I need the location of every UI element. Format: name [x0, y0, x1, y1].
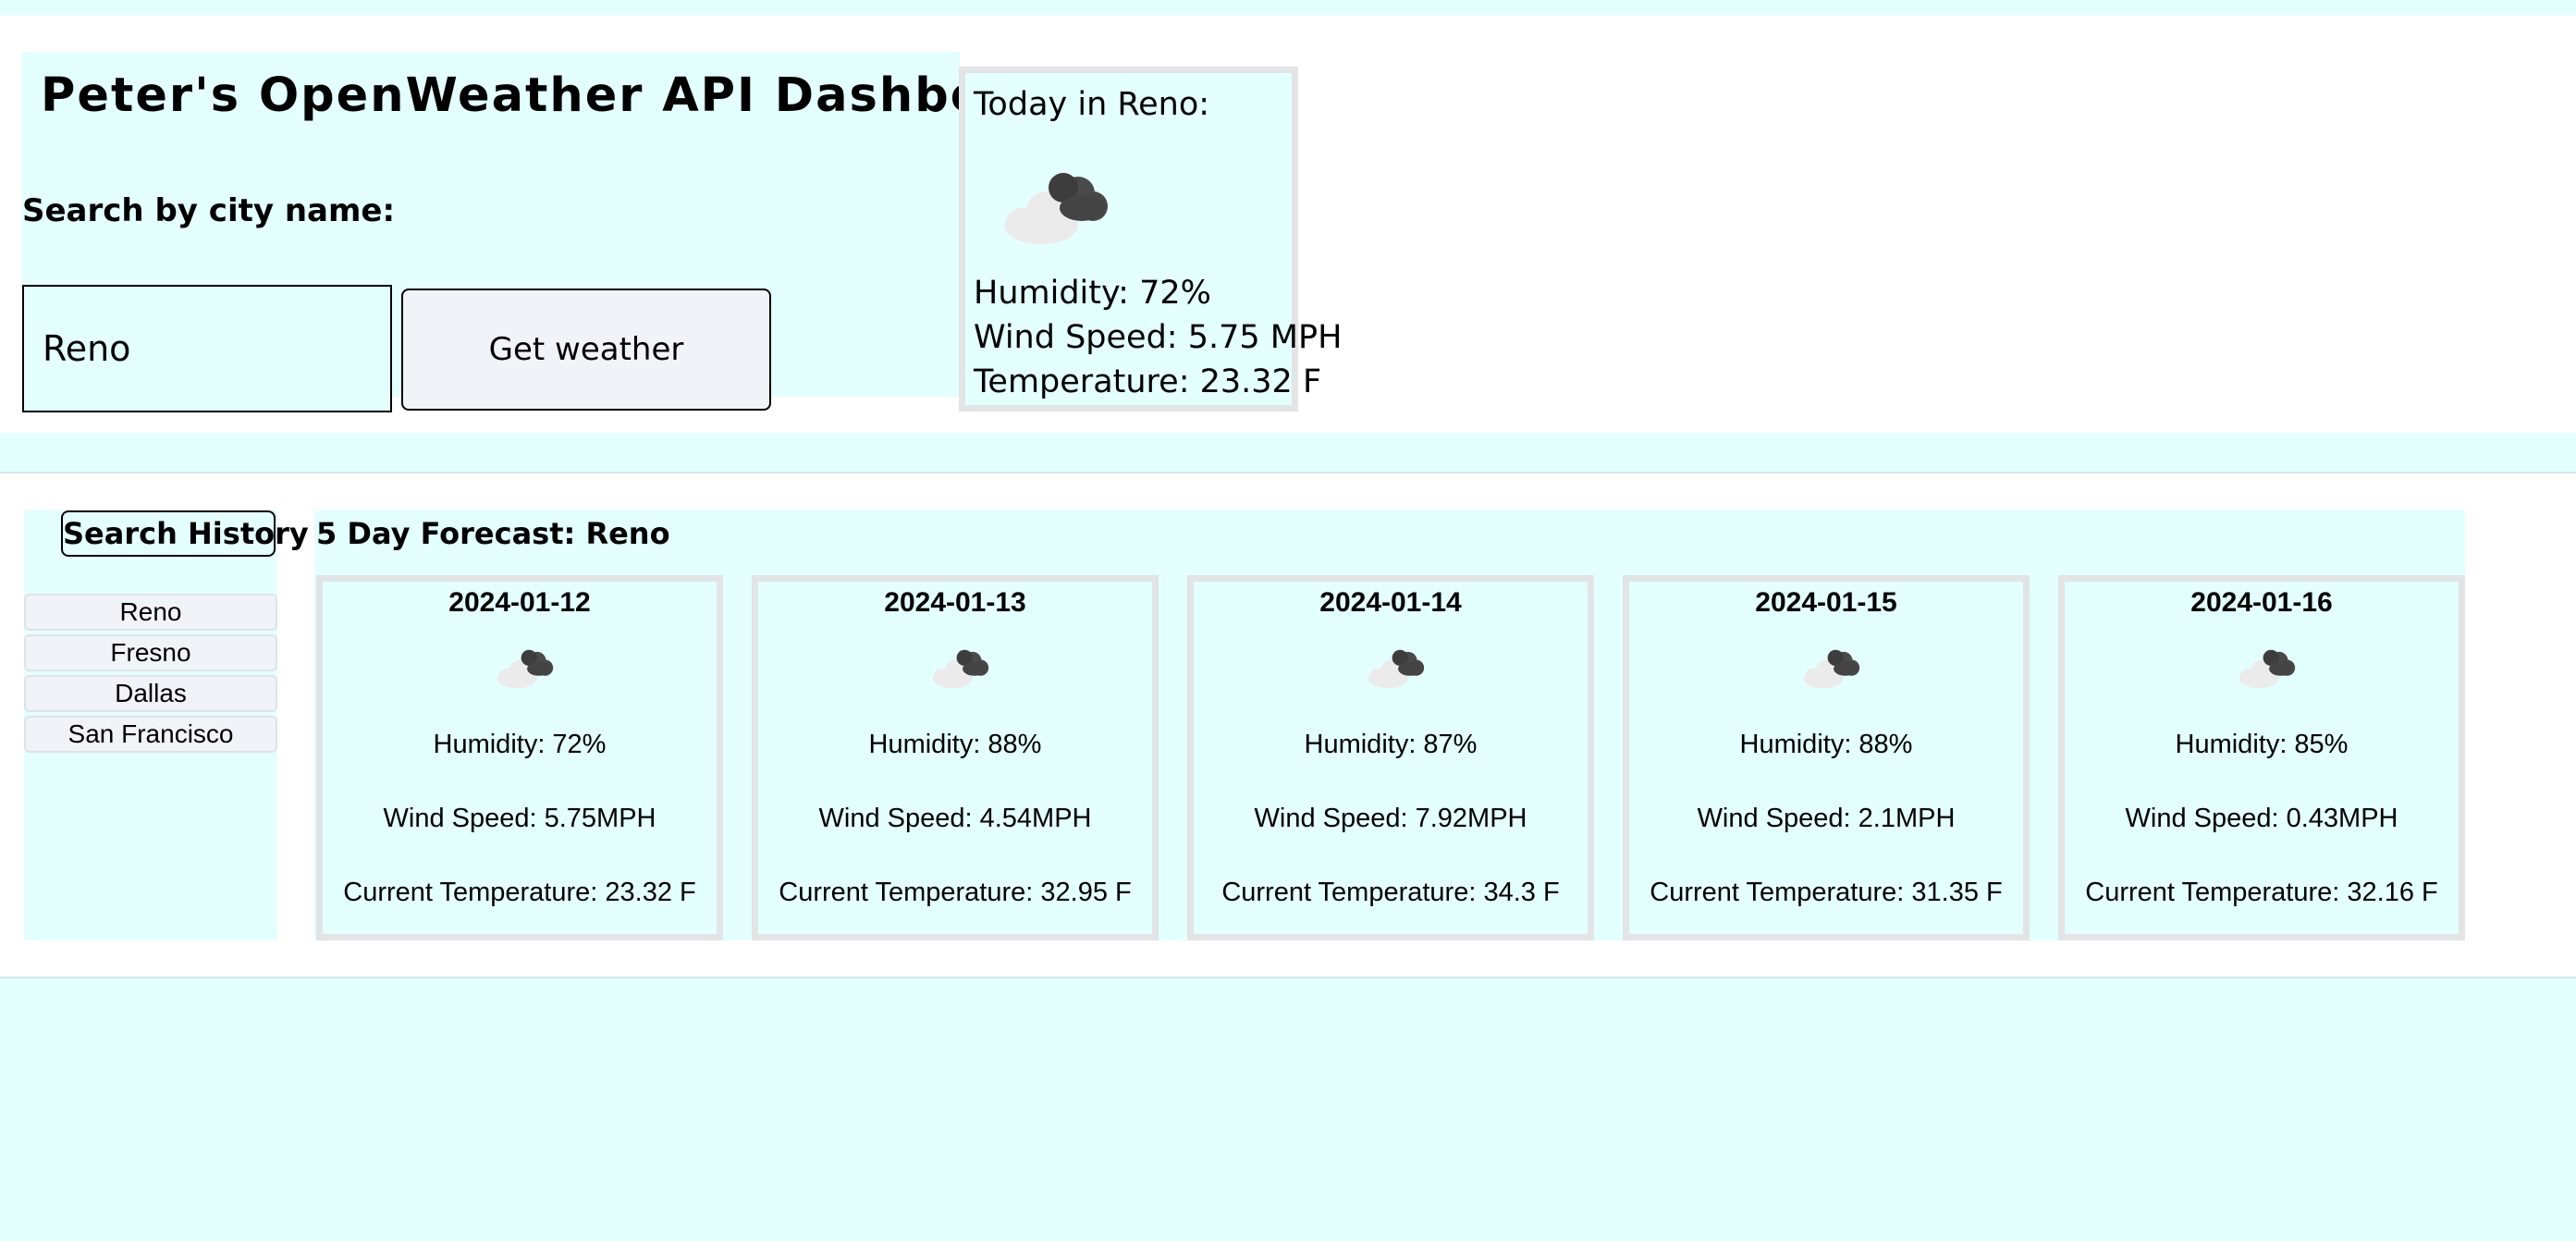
history-item-dallas[interactable]: Dallas — [24, 675, 277, 712]
search-history-list: Reno Fresno Dallas San Francisco — [24, 594, 277, 756]
get-weather-button[interactable]: Get weather — [401, 289, 771, 411]
forecast-wind-speed: Wind Speed: 7.92MPH — [1254, 804, 1527, 833]
cloud-icon — [1803, 649, 1860, 689]
forecast-temperature: Current Temperature: 23.32 F — [343, 878, 696, 907]
today-weather-card: Today in Reno: Humidity: 72% Wind Speed:… — [959, 67, 1342, 412]
forecast-wind-speed: Wind Speed: 5.75MPH — [383, 804, 656, 833]
forecast-date: 2024-01-14 — [1319, 587, 1462, 618]
search-history-title: Search History — [61, 510, 309, 557]
forecast-area: 5 Day Forecast: Reno 2024-01-12 Humidity… — [314, 510, 2465, 940]
today-temperature: Temperature: 23.32 F — [974, 363, 1322, 400]
top-section: Peter's OpenWeather API Dashboard Search… — [0, 15, 2576, 433]
page-title: Peter's OpenWeather API Dashboard — [41, 68, 1079, 123]
main-section: Search History Reno Fresno Dallas San Fr… — [0, 473, 2576, 977]
today-title: Today in Reno: — [974, 86, 1210, 123]
today-humidity: Humidity: 72% — [974, 275, 1211, 312]
forecast-wind-speed: Wind Speed: 2.1MPH — [1697, 804, 1956, 833]
forecast-title: 5 Day Forecast: Reno — [316, 516, 670, 551]
header-block: Peter's OpenWeather API Dashboard Search… — [22, 52, 1077, 412]
forecast-wind-speed: Wind Speed: 4.54MPH — [818, 804, 1092, 833]
forecast-date: 2024-01-15 — [1755, 587, 1897, 618]
forecast-card: 2024-01-15 Humidity: 88% Wind Speed: 2.1… — [1623, 575, 2030, 940]
forecast-card: 2024-01-12 Humidity: 72% Wind Speed: 5.7… — [316, 575, 723, 940]
cloud-icon — [932, 649, 989, 689]
history-item-san-francisco[interactable]: San Francisco — [24, 716, 277, 753]
forecast-humidity: Humidity: 88% — [1739, 730, 1913, 759]
search-history-sidebar: Search History Reno Fresno Dallas San Fr… — [24, 510, 309, 940]
cloud-icon — [497, 649, 554, 689]
city-search-input[interactable] — [22, 285, 392, 412]
forecast-humidity: Humidity: 72% — [433, 730, 607, 759]
forecast-wind-speed: Wind Speed: 0.43MPH — [2125, 804, 2398, 833]
forecast-date: 2024-01-12 — [448, 587, 591, 618]
forecast-humidity: Humidity: 88% — [868, 730, 1042, 759]
forecast-humidity: Humidity: 87% — [1304, 730, 1478, 759]
forecast-card: 2024-01-14 Humidity: 87% Wind Speed: 7.9… — [1187, 575, 1594, 940]
today-wind-speed: Wind Speed: 5.75 MPH — [974, 319, 1343, 356]
footer-divider — [0, 977, 2576, 978]
cloud-icon — [1368, 649, 1425, 689]
forecast-temperature: Current Temperature: 32.16 F — [2085, 878, 2438, 907]
forecast-temperature: Current Temperature: 32.95 F — [779, 878, 1132, 907]
forecast-temperature: Current Temperature: 31.35 F — [1650, 878, 2003, 907]
history-item-reno[interactable]: Reno — [24, 594, 277, 631]
forecast-card: 2024-01-13 Humidity: 88% Wind Speed: 4.5… — [752, 575, 1159, 940]
search-label: Search by city name: — [22, 192, 396, 229]
forecast-date: 2024-01-13 — [884, 587, 1026, 618]
cloud-icon — [2239, 649, 2296, 689]
forecast-humidity: Humidity: 85% — [2175, 730, 2349, 759]
forecast-cards: 2024-01-12 Humidity: 72% Wind Speed: 5.7… — [314, 575, 2465, 940]
cloud-icon — [1004, 173, 1108, 244]
forecast-date: 2024-01-16 — [2190, 587, 2333, 618]
history-item-fresno[interactable]: Fresno — [24, 634, 277, 671]
forecast-card: 2024-01-16 Humidity: 85% Wind Speed: 0.4… — [2058, 575, 2465, 940]
forecast-temperature: Current Temperature: 34.3 F — [1221, 878, 1560, 907]
